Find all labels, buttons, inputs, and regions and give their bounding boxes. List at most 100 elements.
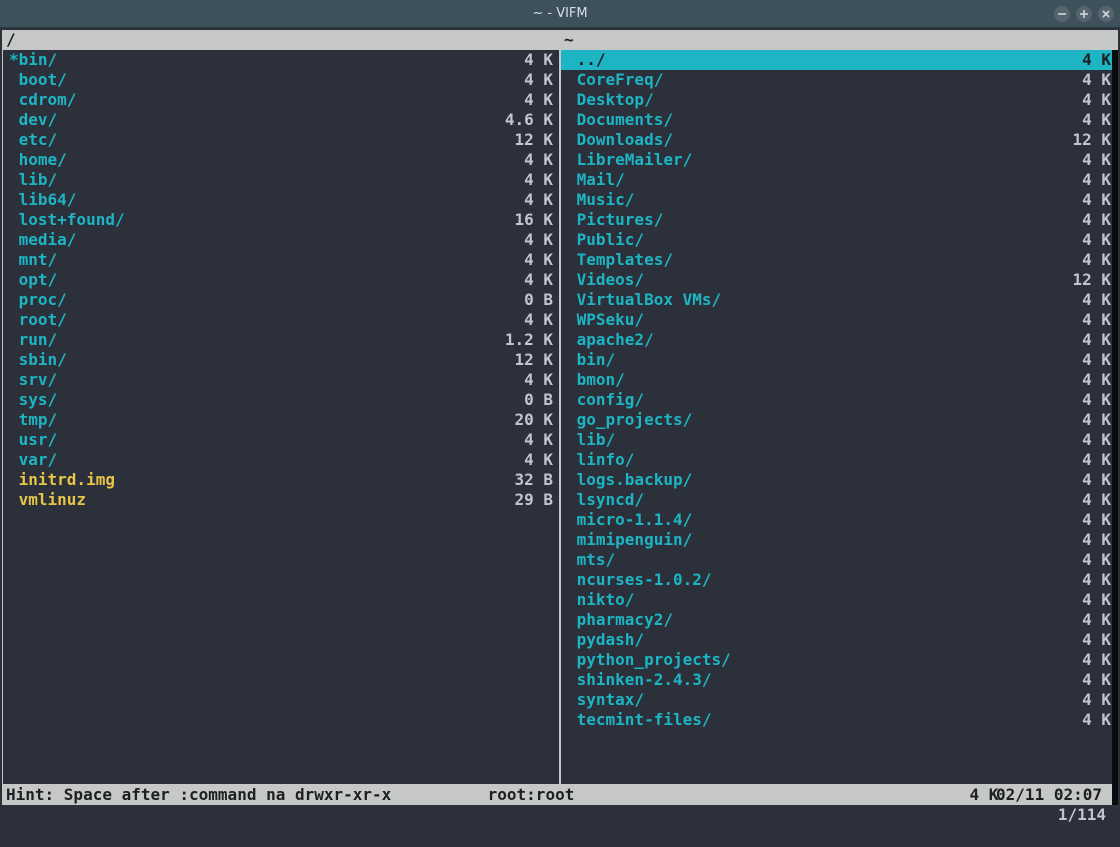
- file-row[interactable]: var/ 4 K: [3, 450, 559, 470]
- file-size: 4 K: [495, 450, 553, 470]
- file-name: Public/: [567, 230, 644, 250]
- file-row[interactable]: initrd.img 32 B: [3, 470, 559, 490]
- status-bar: Hint: Space after :command na drwxr-xr-x…: [2, 785, 1118, 805]
- file-size: 4 K: [1053, 110, 1111, 130]
- file-row[interactable]: mnt/ 4 K: [3, 250, 559, 270]
- file-row[interactable]: dev/ 4.6 K: [3, 110, 559, 130]
- file-row[interactable]: usr/ 4 K: [3, 430, 559, 450]
- file-row[interactable]: LibreMailer/ 4 K: [561, 150, 1117, 170]
- file-row[interactable]: mimipenguin/ 4 K: [561, 530, 1117, 550]
- file-row[interactable]: syntax/ 4 K: [561, 690, 1117, 710]
- scrollbar[interactable]: [1112, 50, 1118, 805]
- file-row[interactable]: config/ 4 K: [561, 390, 1117, 410]
- file-name: linfo/: [567, 450, 634, 470]
- file-name: *bin/: [9, 50, 57, 70]
- file-row[interactable]: bmon/ 4 K: [561, 370, 1117, 390]
- file-row[interactable]: Templates/ 4 K: [561, 250, 1117, 270]
- file-size: 12 K: [495, 130, 553, 150]
- file-row[interactable]: Downloads/ 12 K: [561, 130, 1117, 150]
- left-pane-path: /: [2, 30, 560, 50]
- file-row[interactable]: proc/ 0 B: [3, 290, 559, 310]
- file-row[interactable]: pydash/ 4 K: [561, 630, 1117, 650]
- file-row[interactable]: nikto/ 4 K: [561, 590, 1117, 610]
- status-owner: root:root: [488, 785, 575, 805]
- file-size: 4 K: [1053, 230, 1111, 250]
- file-row[interactable]: Documents/ 4 K: [561, 110, 1117, 130]
- file-row[interactable]: Mail/ 4 K: [561, 170, 1117, 190]
- file-size: 12 K: [1053, 270, 1111, 290]
- file-size: 4 K: [1053, 610, 1111, 630]
- file-name: ncurses-1.0.2/: [567, 570, 712, 590]
- file-size: 4 K: [1053, 710, 1111, 730]
- file-size: 4 K: [1053, 290, 1111, 310]
- file-row[interactable]: lib/ 4 K: [561, 430, 1117, 450]
- file-row[interactable]: root/ 4 K: [3, 310, 559, 330]
- file-size: 4 K: [1053, 50, 1111, 70]
- file-name: lib/: [9, 170, 57, 190]
- file-name: Pictures/: [567, 210, 663, 230]
- terminal-area[interactable]: / ~ *bin/ 4 K boot/ 4 K cdrom/ 4 K dev/ …: [0, 28, 1120, 847]
- file-row[interactable]: Pictures/ 4 K: [561, 210, 1117, 230]
- maximize-button[interactable]: [1076, 6, 1092, 22]
- file-name: etc/: [9, 130, 57, 150]
- file-row[interactable]: go_projects/ 4 K: [561, 410, 1117, 430]
- file-row[interactable]: home/ 4 K: [3, 150, 559, 170]
- file-row[interactable]: lsyncd/ 4 K: [561, 490, 1117, 510]
- file-row[interactable]: tmp/ 20 K: [3, 410, 559, 430]
- file-row[interactable]: VirtualBox VMs/ 4 K: [561, 290, 1117, 310]
- file-row[interactable]: linfo/ 4 K: [561, 450, 1117, 470]
- file-row[interactable]: pharmacy2/ 4 K: [561, 610, 1117, 630]
- file-row[interactable]: lib/ 4 K: [3, 170, 559, 190]
- file-row[interactable]: ../ 4 K: [561, 50, 1117, 70]
- file-row[interactable]: boot/ 4 K: [3, 70, 559, 90]
- file-name: lib64/: [9, 190, 76, 210]
- file-size: 4 K: [495, 150, 553, 170]
- left-pane[interactable]: *bin/ 4 K boot/ 4 K cdrom/ 4 K dev/ 4.6 …: [2, 50, 560, 785]
- file-size: 4 K: [1053, 690, 1111, 710]
- file-row[interactable]: WPSeku/ 4 K: [561, 310, 1117, 330]
- file-row[interactable]: apache2/ 4 K: [561, 330, 1117, 350]
- file-row[interactable]: Desktop/ 4 K: [561, 90, 1117, 110]
- file-row[interactable]: sys/ 0 B: [3, 390, 559, 410]
- file-row[interactable]: sbin/ 12 K: [3, 350, 559, 370]
- file-size: 4 K: [495, 370, 553, 390]
- file-size: 4 K: [1053, 630, 1111, 650]
- file-size: 4 K: [1053, 430, 1111, 450]
- file-row[interactable]: srv/ 4 K: [3, 370, 559, 390]
- file-size: 4 K: [1053, 90, 1111, 110]
- file-row[interactable]: micro-1.1.4/ 4 K: [561, 510, 1117, 530]
- file-size: 4 K: [1053, 170, 1111, 190]
- file-row[interactable]: media/ 4 K: [3, 230, 559, 250]
- status-hint: Hint: Space after :command na: [6, 785, 285, 805]
- file-name: Videos/: [567, 270, 644, 290]
- file-row[interactable]: cdrom/ 4 K: [3, 90, 559, 110]
- file-row[interactable]: shinken-2.4.3/ 4 K: [561, 670, 1117, 690]
- file-name: Desktop/: [567, 90, 654, 110]
- file-row[interactable]: vmlinuz 29 B: [3, 490, 559, 510]
- file-name: LibreMailer/: [567, 150, 692, 170]
- file-name: Mail/: [567, 170, 625, 190]
- file-name: config/: [567, 390, 644, 410]
- file-row[interactable]: lib64/ 4 K: [3, 190, 559, 210]
- file-name: boot/: [9, 70, 67, 90]
- file-row[interactable]: lost+found/ 16 K: [3, 210, 559, 230]
- file-row[interactable]: Public/ 4 K: [561, 230, 1117, 250]
- file-row[interactable]: ncurses-1.0.2/ 4 K: [561, 570, 1117, 590]
- file-row[interactable]: etc/ 12 K: [3, 130, 559, 150]
- file-row[interactable]: mts/ 4 K: [561, 550, 1117, 570]
- file-row[interactable]: opt/ 4 K: [3, 270, 559, 290]
- file-row[interactable]: Videos/ 12 K: [561, 270, 1117, 290]
- minimize-button[interactable]: [1054, 6, 1070, 22]
- file-row[interactable]: bin/ 4 K: [561, 350, 1117, 370]
- file-row[interactable]: Music/ 4 K: [561, 190, 1117, 210]
- file-size: 29 B: [495, 490, 553, 510]
- file-row[interactable]: tecmint-files/ 4 K: [561, 710, 1117, 730]
- close-button[interactable]: [1098, 6, 1114, 22]
- file-row[interactable]: run/ 1.2 K: [3, 330, 559, 350]
- file-row[interactable]: python_projects/ 4 K: [561, 650, 1117, 670]
- file-row[interactable]: logs.backup/ 4 K: [561, 470, 1117, 490]
- file-row[interactable]: CoreFreq/ 4 K: [561, 70, 1117, 90]
- file-name: ../: [567, 50, 606, 70]
- right-pane[interactable]: ../ 4 K CoreFreq/ 4 K Desktop/ 4 K Docum…: [560, 50, 1118, 785]
- file-row[interactable]: *bin/ 4 K: [3, 50, 559, 70]
